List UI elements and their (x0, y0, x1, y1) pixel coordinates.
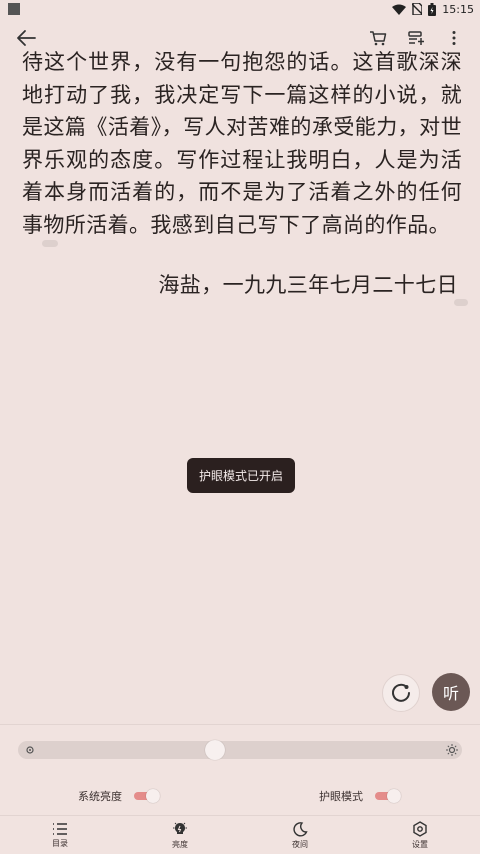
system-brightness-row: 系统亮度 (78, 787, 160, 805)
eye-protection-toast: 护眼模式已开启 (187, 458, 295, 493)
brightness-slider[interactable] (18, 740, 462, 760)
system-brightness-label: 系统亮度 (78, 790, 122, 803)
date-comment-marker[interactable] (454, 298, 468, 306)
brightness-slider-thumb[interactable] (205, 740, 225, 760)
arrow-left-icon (17, 30, 36, 46)
refresh-button[interactable] (382, 674, 420, 712)
more-vertical-icon (452, 31, 456, 45)
eye-protection-row: 护眼模式 (319, 787, 401, 805)
no-sim-icon (412, 3, 423, 15)
toast-text: 护眼模式已开启 (198, 469, 283, 483)
eye-protection-label: 护眼模式 (319, 790, 363, 803)
refresh-icon (392, 683, 410, 702)
nav-label: 夜间 (292, 840, 308, 849)
reading-content: 待这个世界，没有一句抱怨的话。这首歌深深地打动了我，我决定写下一篇这样的小说，就… (22, 46, 468, 306)
notification-icon (8, 3, 20, 15)
moon-icon (293, 822, 308, 837)
nav-label: 亮度 (172, 840, 188, 849)
bookshelf-add-icon (408, 31, 424, 45)
listen-label: 听 (442, 684, 459, 703)
paragraph-text: 待这个世界，没有一句抱怨的话。这首歌深深地打动了我，我决定写下一篇这样的小说，就… (22, 50, 462, 237)
cart-icon (370, 31, 387, 46)
system-brightness-toggle[interactable] (134, 789, 160, 803)
status-bar: 15:15 (0, 0, 480, 18)
listen-button[interactable]: 听 (432, 673, 470, 711)
nav-settings[interactable]: 设置 (380, 816, 460, 854)
battery-icon (428, 2, 437, 16)
brightness-bulb-icon (173, 822, 187, 834)
settings-hexagon-icon (413, 821, 427, 837)
nav-catalog[interactable]: 目录 (20, 816, 100, 854)
nav-label: 设置 (412, 840, 428, 849)
chapter-paragraph: 待这个世界，没有一句抱怨的话。这首歌深深地打动了我，我决定写下一篇这样的小说，就… (22, 46, 462, 242)
nav-label: 目录 (52, 839, 68, 848)
brightness-high-icon (446, 744, 458, 756)
brightness-panel: 系统亮度 护眼模式 目录 亮度 夜间 设置 (0, 724, 480, 854)
nav-night[interactable]: 夜间 (260, 816, 340, 854)
eye-protection-toggle[interactable] (375, 789, 401, 803)
wifi-icon (392, 4, 407, 15)
date-text: 海盐，一九九三年七月二十七日 (158, 272, 458, 297)
bottom-nav: 目录 亮度 夜间 设置 (0, 815, 480, 854)
status-time: 15:15 (442, 2, 474, 16)
brightness-low-icon (26, 746, 34, 754)
list-icon (53, 823, 67, 835)
nav-brightness[interactable]: 亮度 (140, 816, 220, 854)
signature-date: 海盐，一九九三年七月二十七日 (22, 269, 468, 306)
